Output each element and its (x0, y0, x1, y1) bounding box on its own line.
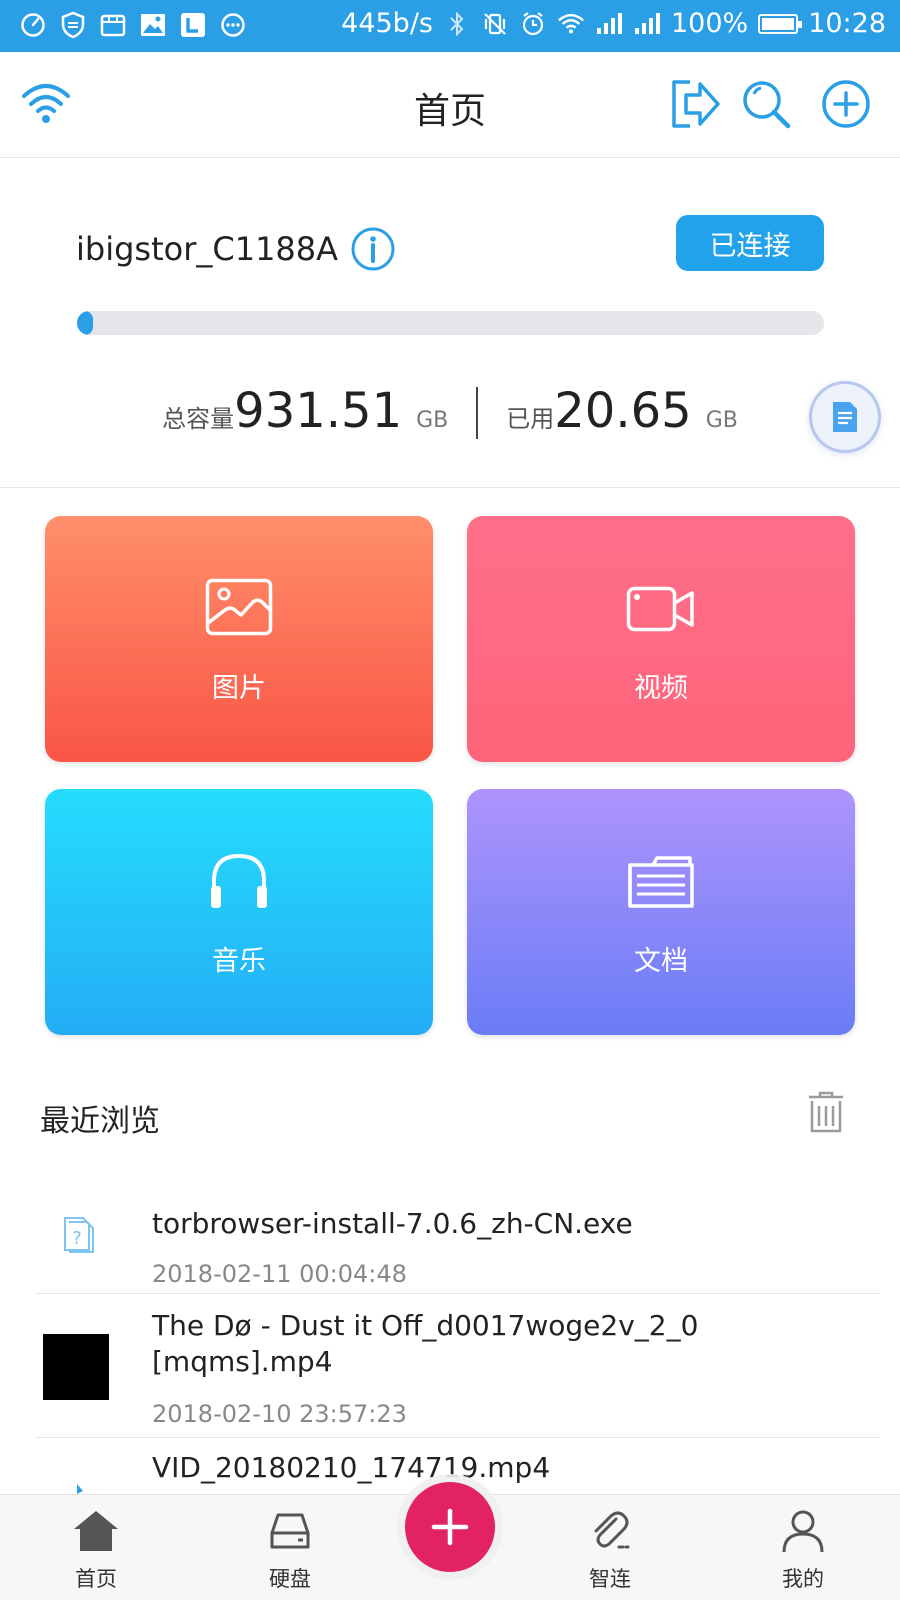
storage-usage-fill (77, 311, 94, 335)
hard-drive-icon (266, 1507, 314, 1555)
add-icon[interactable] (820, 78, 872, 130)
recent-item[interactable]: The Dø - Dust it Off_d0017woge2v_2_0 [mq… (35, 1294, 880, 1438)
category-pictures[interactable]: 图片 (45, 516, 433, 762)
document-float-button[interactable] (812, 384, 878, 450)
capacity-summary: 总容量 931.51 GB 已用 20.65 GB (0, 383, 900, 443)
nav-profile[interactable]: 我的 (743, 1495, 863, 1600)
category-label: 文档 (634, 946, 688, 977)
device-card: ibigstor_C1188A 已连接 总容量 931.51 GB 已用 20.… (0, 158, 900, 488)
vibrate-off-icon (481, 9, 509, 39)
device-name: ibigstor_C1188A (76, 230, 339, 268)
alarm-icon (519, 9, 547, 39)
center-add-button[interactable] (405, 1482, 495, 1572)
category-label: 视频 (634, 673, 688, 704)
cell-signal-2-icon (633, 9, 661, 39)
total-capacity-value: 931.51 (234, 383, 403, 439)
nav-smart-connect[interactable]: 智连 (550, 1495, 670, 1600)
file-name-line-2: [mqms].mp4 (152, 1345, 333, 1378)
category-label: 图片 (212, 673, 266, 704)
app-header: 首页 (0, 52, 900, 158)
export-icon[interactable] (670, 78, 722, 130)
nav-label: 首页 (75, 1567, 117, 1591)
image-icon (45, 578, 433, 644)
nav-hard-drive[interactable]: 硬盘 (230, 1495, 350, 1600)
unknown-file-icon: ? (43, 1202, 109, 1268)
headphones-icon (45, 851, 433, 917)
nav-label: 智连 (589, 1567, 631, 1591)
search-icon[interactable] (740, 78, 792, 130)
file-time: 2018-02-11 00:04:48 (152, 1260, 407, 1288)
category-videos[interactable]: 视频 (467, 516, 855, 762)
notification-icons (18, 10, 248, 40)
file-name-line-1: The Dø - Dust it Off_d0017woge2v_2_0 (152, 1309, 699, 1342)
paperclip-icon (586, 1507, 634, 1555)
svg-text:?: ? (72, 1228, 82, 1249)
battery-percent: 100% (670, 8, 749, 39)
home-icon (72, 1507, 120, 1555)
wifi-signal-icon (557, 9, 585, 39)
nav-home[interactable]: 首页 (36, 1495, 156, 1600)
system-indicators: 445b/s 100% 10:28 (341, 8, 886, 39)
speedometer-icon (18, 10, 48, 40)
nav-label: 我的 (782, 1567, 824, 1591)
bluetooth-icon (443, 9, 471, 39)
recent-item[interactable]: ? torbrowser-install-7.0.6_zh-CN.exe 201… (35, 1162, 880, 1294)
capacity-divider (476, 387, 479, 439)
total-capacity-label: 总容量 (162, 405, 235, 433)
more-icon (218, 10, 248, 40)
category-music[interactable]: 音乐 (45, 789, 433, 1035)
folder-icon (467, 851, 855, 917)
battery-icon (758, 13, 803, 34)
network-speed: 445b/s (341, 8, 433, 39)
video-icon (467, 578, 855, 644)
category-documents[interactable]: 文档 (467, 789, 855, 1035)
plus-icon (431, 1508, 469, 1546)
connection-status-button[interactable]: 已连接 (676, 215, 824, 271)
cell-signal-1-icon (595, 9, 623, 39)
recent-section-title: 最近浏览 (40, 1104, 160, 1139)
nav-label: 硬盘 (269, 1567, 311, 1591)
person-icon (779, 1507, 827, 1555)
status-bar: 445b/s 100% 10:28 (0, 0, 900, 52)
info-icon[interactable] (350, 226, 396, 272)
trash-icon[interactable] (806, 1090, 850, 1138)
shield-icon (58, 10, 88, 40)
total-capacity-unit: GB (416, 408, 449, 433)
used-capacity-label: 已用 (506, 405, 555, 433)
category-label: 音乐 (212, 946, 266, 977)
file-time: 2018-02-10 23:57:23 (152, 1400, 407, 1428)
document-icon (833, 402, 857, 432)
file-name: torbrowser-install-7.0.6_zh-CN.exe (152, 1207, 633, 1240)
app-l-icon (178, 10, 208, 40)
used-capacity-value: 20.65 (554, 383, 692, 439)
clapperboard-icon (98, 10, 128, 40)
used-capacity-unit: GB (705, 408, 738, 433)
video-thumbnail (43, 1334, 109, 1400)
file-name: VID_20180210_174719.mp4 (152, 1451, 551, 1484)
storage-usage-bar (77, 311, 824, 335)
gallery-icon (138, 10, 168, 40)
clock: 10:28 (808, 8, 886, 39)
